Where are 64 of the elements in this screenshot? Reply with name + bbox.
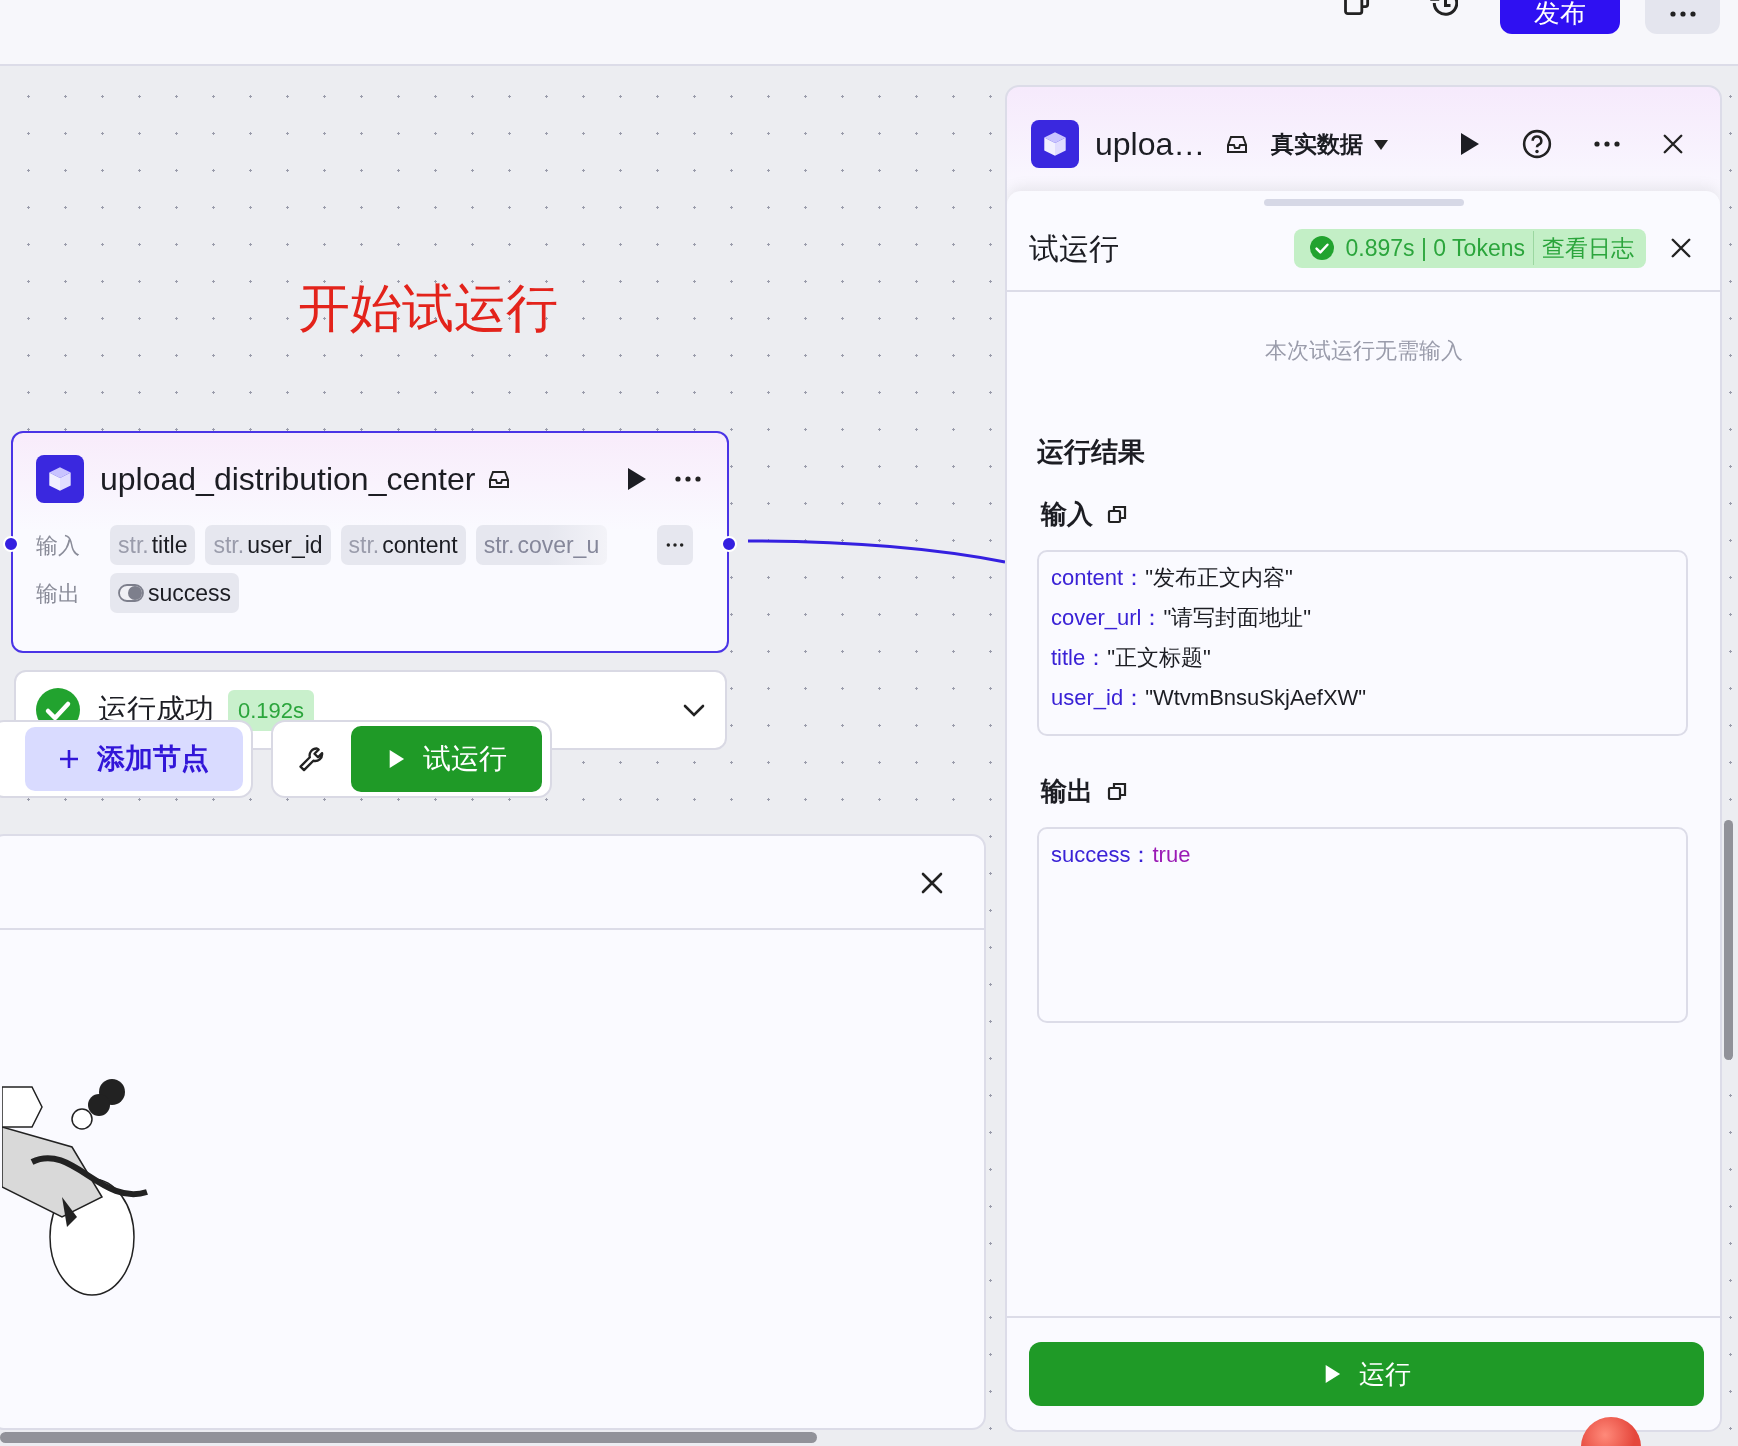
annotation-text: 开始试运行 <box>298 282 558 334</box>
variable-tag: str.title <box>110 525 196 565</box>
json-line: content："发布正文内容" <box>1051 563 1294 592</box>
input-port[interactable] <box>3 536 19 552</box>
run-node-button[interactable] <box>625 466 647 492</box>
workflow-node[interactable]: upload_distribution_center 输入 str.title str.user_id str.content str.cover_u 输出 success <box>11 431 729 653</box>
json-line: success：true <box>1051 840 1192 869</box>
debug-button[interactable] <box>297 745 325 773</box>
expand-button[interactable] <box>683 703 705 717</box>
close-icon <box>1662 133 1684 155</box>
inbox-icon <box>487 468 512 490</box>
help-icon <box>1522 129 1552 159</box>
variable-tag: str.cover_u <box>475 525 608 565</box>
close-button[interactable] <box>1670 237 1692 259</box>
publish-button[interactable]: 发布 <box>1500 0 1620 34</box>
run-node-button[interactable] <box>1458 131 1480 157</box>
node-title: upload_distribution_center <box>100 460 476 499</box>
vertical-scrollbar[interactable] <box>1724 820 1733 1060</box>
test-run-button[interactable]: 试运行 <box>351 726 542 792</box>
variable-name: success <box>148 578 232 608</box>
run-metrics: 0.897s | 0 Tokens <box>1345 233 1526 263</box>
horizontal-scrollbar[interactable] <box>0 1432 817 1443</box>
more-icon <box>673 473 703 485</box>
more-icon <box>1668 8 1697 18</box>
play-icon <box>1458 131 1480 157</box>
close-icon <box>1670 237 1692 259</box>
more-icon <box>1592 138 1622 150</box>
panel-title: uploa… <box>1095 125 1206 164</box>
copy-icon[interactable] <box>1107 504 1127 524</box>
play-icon <box>625 466 647 492</box>
add-node-button[interactable]: 添加节点 <box>25 727 243 791</box>
panel-more-button[interactable] <box>1592 138 1622 150</box>
wrench-icon <box>297 745 325 773</box>
help-button[interactable] <box>1522 129 1552 159</box>
section-title: 运行结果 <box>1037 436 1146 469</box>
input-label: 输入 <box>36 531 81 560</box>
variable-tag: str.content <box>340 525 466 565</box>
more-icon <box>665 541 685 549</box>
json-line: cover_url："请写封面地址" <box>1051 603 1313 632</box>
data-source-dropdown[interactable]: 真实数据 <box>1271 126 1390 162</box>
section-title: 输入 <box>1041 497 1093 531</box>
caret-icon <box>1373 137 1390 151</box>
node-more-button[interactable] <box>673 473 703 485</box>
copy-icon[interactable] <box>1107 781 1127 801</box>
check-icon <box>1309 236 1334 260</box>
output-port[interactable] <box>721 536 737 552</box>
close-icon <box>920 871 944 895</box>
sheet-title: 试运行 <box>1029 230 1119 267</box>
inbox-icon <box>1225 133 1250 155</box>
more-variables-button[interactable] <box>657 525 693 565</box>
json-line: user_id："WtvmBnsuSkjAefXW" <box>1051 683 1368 712</box>
plus-icon <box>59 749 79 769</box>
close-button[interactable] <box>1662 133 1684 155</box>
json-line: title："正文标题" <box>1051 643 1212 672</box>
toggle-icon <box>118 584 144 602</box>
run-button[interactable]: 运行 <box>1029 1342 1704 1406</box>
mascot-icon[interactable] <box>1580 1416 1642 1446</box>
close-button[interactable] <box>920 871 944 895</box>
chevron-down-icon <box>683 703 705 717</box>
section-title: 输出 <box>1041 774 1093 808</box>
drag-handle[interactable] <box>1263 199 1464 206</box>
output-label: 输出 <box>36 579 81 608</box>
hint-text: 本次试运行无需输入 <box>1263 337 1464 365</box>
variable-tag: str.user_id <box>205 525 331 565</box>
